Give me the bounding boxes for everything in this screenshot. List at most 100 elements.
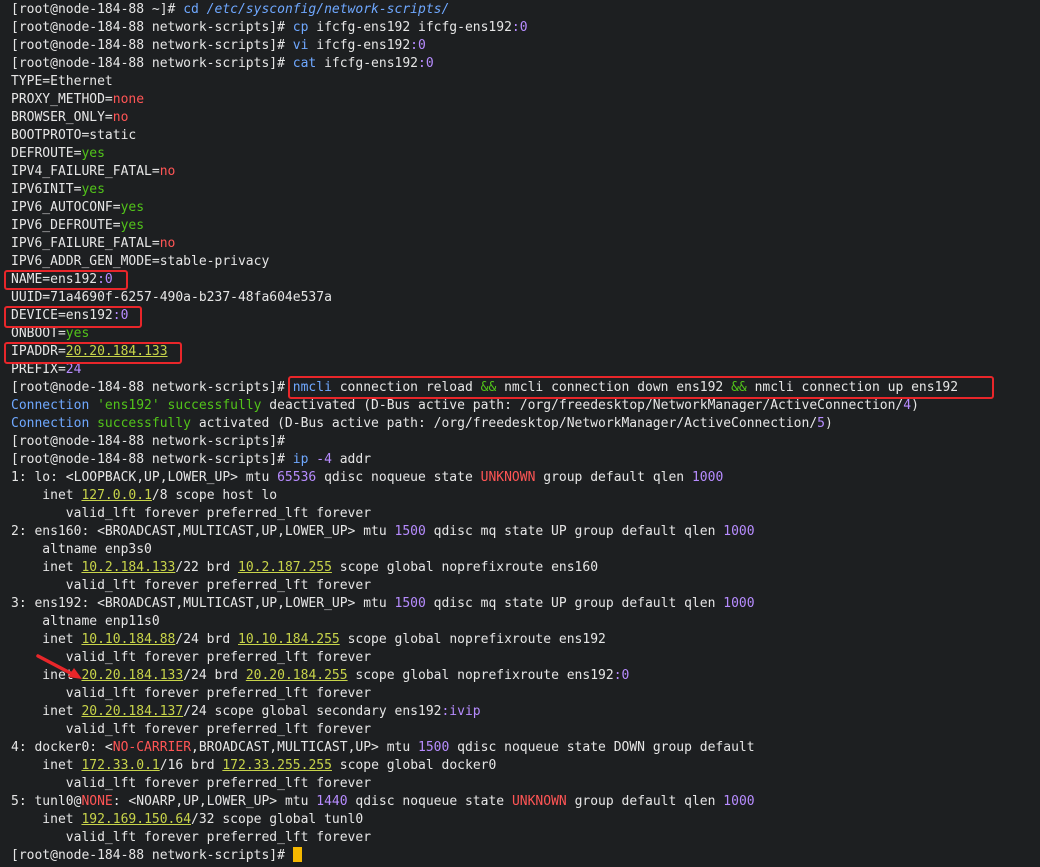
- terminal-text: BOOTPROTO=static: [11, 128, 137, 143]
- terminal-text: IPADDR=: [11, 344, 66, 359]
- terminal-text: cat: [292, 56, 325, 71]
- terminal-line: valid_lft forever preferred_lft forever: [11, 685, 1040, 703]
- terminal-text: /16 brd: [159, 758, 223, 773]
- terminal-text: 1: [11, 470, 19, 485]
- terminal-text: 10.2.187.255: [238, 560, 332, 575]
- terminal-line: inet 10.10.184.88/24 brd 10.10.184.255 s…: [11, 631, 1040, 649]
- terminal-text: yes: [120, 218, 145, 233]
- terminal-text: TYPE=Ethernet: [11, 74, 113, 89]
- terminal-text: 5: [817, 416, 825, 431]
- terminal-text: successfully: [97, 416, 192, 431]
- terminal-line: [root@node-184-88 network-scripts]# ip -…: [11, 451, 1040, 469]
- terminal-text: nmcli: [292, 380, 340, 395]
- terminal-line: UUID=71a4690f-6257-490a-b237-48fa604e537…: [11, 289, 1040, 307]
- terminal-text: :0: [613, 668, 630, 683]
- terminal-text: PROXY_METHOD=: [11, 92, 113, 107]
- terminal-text: /24 brd: [175, 632, 238, 647]
- terminal-text: valid_lft forever preferred_lft forever: [11, 506, 372, 521]
- terminal-line: [root@node-184-88 network-scripts]# cp i…: [11, 19, 1040, 37]
- terminal-text: qdisc mq state UP group default qlen: [425, 524, 724, 539]
- terminal-text: yes: [120, 200, 145, 215]
- terminal-line: 2: ens160: <BROADCAST,MULTICAST,UP,LOWER…: [11, 523, 1040, 541]
- terminal-line: IPV6INIT=yes: [11, 181, 1040, 199]
- terminal-text: : lo: <LOOPBACK,UP,LOWER_UP> mtu: [18, 470, 278, 485]
- terminal-text: 65536: [277, 470, 317, 485]
- terminal-text: no: [159, 236, 176, 251]
- terminal-line: inet 10.2.184.133/22 brd 10.2.187.255 sc…: [11, 559, 1040, 577]
- terminal-text: ): [911, 398, 919, 413]
- terminal-text: NO-CARRIER: [112, 740, 192, 755]
- terminal-line: [root@node-184-88 network-scripts]# nmcl…: [11, 379, 1040, 397]
- terminal-line: valid_lft forever preferred_lft forever: [11, 577, 1040, 595]
- terminal-line: [root@node-184-88 network-scripts]#: [11, 847, 1040, 865]
- terminal-text: 10.2.184.133: [81, 560, 176, 575]
- terminal-text: -4: [316, 452, 340, 467]
- terminal-text: 'ens192': [97, 398, 160, 413]
- terminal-text: activated (D-Bus active path: /org/freed…: [191, 416, 818, 431]
- terminal-text: UNKNOWN: [511, 794, 567, 809]
- terminal-line: inet 172.33.0.1/16 brd 172.33.255.255 sc…: [11, 757, 1040, 775]
- terminal-text: :0: [511, 20, 528, 35]
- shell-prompt: [root@node-184-88 network-scripts]#: [11, 38, 293, 53]
- terminal-line: inet 20.20.184.137/24 scope global secon…: [11, 703, 1040, 721]
- terminal-text: : tunl0@: [18, 794, 82, 809]
- terminal-line: valid_lft forever preferred_lft forever: [11, 505, 1040, 523]
- terminal-text: group default qlen: [535, 470, 692, 485]
- terminal-text: yes: [65, 326, 90, 341]
- terminal-text: IPV4_FAILURE_FATAL=: [11, 164, 160, 179]
- terminal-text: scope global noprefixroute ens192: [347, 668, 614, 683]
- terminal-text: 1500: [394, 524, 426, 539]
- terminal-text: 20.20.184.255: [245, 668, 348, 683]
- terminal-text: 172.33.0.1: [81, 758, 160, 773]
- terminal-text: ): [824, 416, 833, 431]
- terminal-text: valid_lft forever preferred_lft forever: [11, 830, 372, 845]
- terminal-line: PREFIX=24: [11, 361, 1040, 379]
- terminal-line: inet 20.20.184.133/24 brd 20.20.184.255 …: [11, 667, 1040, 685]
- terminal-text: 1000: [723, 794, 755, 809]
- cursor[interactable]: [292, 847, 302, 862]
- terminal-text: valid_lft forever preferred_lft forever: [11, 578, 372, 593]
- terminal-text: Connection: [11, 416, 98, 431]
- terminal-text: 1440: [316, 794, 348, 809]
- terminal-text: 4: [11, 740, 19, 755]
- terminal-text: yes: [81, 146, 105, 161]
- terminal-line: inet 127.0.0.1/8 scope host lo: [11, 487, 1040, 505]
- terminal-line: DEVICE=ens192:0: [11, 307, 1040, 325]
- terminal-text: altname enp11s0: [11, 614, 160, 629]
- terminal-text: 20.20.184.133: [65, 344, 168, 359]
- terminal-window[interactable]: [root@node-184-88 ~]# cd /etc/sysconfig/…: [0, 0, 1040, 867]
- terminal-line: BOOTPROTO=static: [11, 127, 1040, 145]
- terminal-line: TYPE=Ethernet: [11, 73, 1040, 91]
- terminal-line: IPV6_AUTOCONF=yes: [11, 199, 1040, 217]
- terminal-text: qdisc noqueue state: [347, 794, 512, 809]
- terminal-line: Connection successfully activated (D-Bus…: [11, 415, 1040, 433]
- shell-prompt: [root@node-184-88 network-scripts]#: [11, 56, 293, 71]
- terminal-line: Connection 'ens192' successfully deactiv…: [11, 397, 1040, 415]
- terminal-text: 172.33.255.255: [222, 758, 332, 773]
- terminal-text: 5: [11, 794, 19, 809]
- terminal-line: 3: ens192: <BROADCAST,MULTICAST,UP,LOWER…: [11, 595, 1040, 613]
- terminal-text: DEVICE=ens192: [11, 308, 113, 323]
- terminal-text: : <NOARP,UP,LOWER_UP> mtu: [112, 794, 317, 809]
- terminal-text: qdisc noqueue state DOWN group default: [449, 740, 755, 755]
- terminal-text: : ens160: <BROADCAST,MULTICAST,UP,LOWER_…: [18, 524, 395, 539]
- terminal-text: no: [112, 110, 129, 125]
- terminal-text: IPV6_AUTOCONF=: [11, 200, 121, 215]
- terminal-text: inet: [11, 812, 82, 827]
- terminal-text: 20.20.184.137: [81, 704, 184, 719]
- shell-prompt: [root@node-184-88 network-scripts]#: [11, 848, 293, 863]
- terminal-line: 4: docker0: <NO-CARRIER,BROADCAST,MULTIC…: [11, 739, 1040, 757]
- terminal-line: 5: tunl0@NONE: <NOARP,UP,LOWER_UP> mtu 1…: [11, 793, 1040, 811]
- terminal-text: vi: [292, 38, 317, 53]
- terminal-line: BROWSER_ONLY=no: [11, 109, 1040, 127]
- terminal-line: [root@node-184-88 network-scripts]# cat …: [11, 55, 1040, 73]
- terminal-line: altname enp11s0: [11, 613, 1040, 631]
- terminal-text: :0: [418, 56, 434, 71]
- terminal-text: /24 brd: [183, 668, 246, 683]
- terminal-line: [root@node-184-88 network-scripts]# vi i…: [11, 37, 1040, 55]
- terminal-text: inet: [11, 632, 82, 647]
- terminal-text: NONE: [81, 794, 113, 809]
- terminal-text: 3: [11, 596, 19, 611]
- terminal-line: altname enp3s0: [11, 541, 1040, 559]
- terminal-text: /8 scope host lo: [151, 488, 278, 503]
